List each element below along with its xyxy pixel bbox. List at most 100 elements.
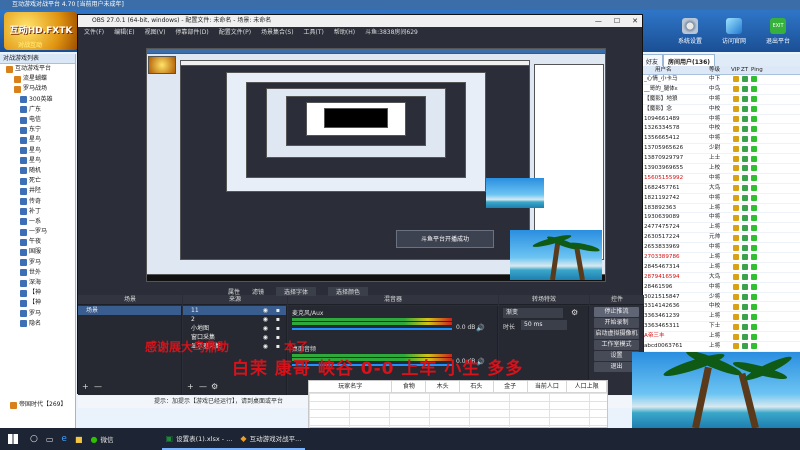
windows-start-button[interactable] (0, 428, 26, 450)
eye-icon[interactable]: ◉ (263, 324, 268, 333)
search-button[interactable]: ○ (26, 428, 42, 450)
user-row[interactable]: __哥的_腿体ε 中鸟 (641, 85, 800, 95)
obs-menu-item[interactable]: 停靠部件(D) (175, 27, 208, 38)
lock-icon[interactable]: ▪ (276, 306, 280, 315)
user-row[interactable]: 28461596 中将 (641, 283, 800, 293)
choose-color-button[interactable]: 选择颜色 (328, 287, 369, 296)
tree-item[interactable]: 流星蝴蝶 (0, 74, 75, 84)
tree-item[interactable]: 互动游戏平台 (0, 64, 75, 74)
maximize-icon[interactable]: ☐ (614, 15, 620, 27)
scene-remove-icon[interactable]: — (94, 382, 102, 391)
user-row[interactable]: 15605155992 中将 (641, 174, 800, 184)
obs-menu-item[interactable]: 帮助(H) (334, 27, 355, 38)
source-add-icon[interactable]: + (187, 382, 194, 391)
tree-item-age-of-empires[interactable]: 帝国时代【269】 (10, 400, 66, 410)
obs-menu-item[interactable]: 配置文件(P) (219, 27, 251, 38)
user-row[interactable]: 13705965626 少尉 (641, 144, 800, 155)
user-row[interactable]: 【魔影】念 中校 (641, 105, 800, 115)
wechat-button[interactable]: ● 微信 (87, 428, 118, 450)
tree-item[interactable]: 星鸟 (0, 146, 75, 156)
user-row[interactable]: 1821192742 中将 (641, 194, 800, 204)
col-zt[interactable]: ZT (741, 66, 751, 74)
tree-item[interactable]: 星鸟 (0, 135, 75, 145)
user-row[interactable]: 2477475724 上将 (641, 223, 800, 234)
scene-add-icon[interactable]: + (82, 382, 89, 391)
col-username[interactable]: 用户名 (641, 66, 709, 74)
lock-icon[interactable]: ▪ (276, 342, 280, 351)
user-row[interactable]: 2879416594 大鸟 (641, 273, 800, 283)
user-row[interactable]: 1094661489 中将 (641, 115, 800, 125)
user-row[interactable]: 13903969655 上校 (641, 164, 800, 174)
tree-item[interactable]: 罗马 (0, 258, 75, 268)
user-row[interactable]: 1930639089 中将 (641, 213, 800, 224)
user-row[interactable]: A帝三丰 上将 (641, 332, 800, 343)
tree-item[interactable]: 隐名 (0, 319, 75, 329)
user-row[interactable]: 3021515847 少将 (641, 293, 800, 303)
user-row[interactable]: 1356665412 中将 (641, 134, 800, 145)
obs-menu-item[interactable]: 场景集合(S) (261, 27, 294, 38)
col-ping[interactable]: Ping (751, 66, 769, 74)
obs-menu-item[interactable]: 文件(F) (84, 27, 104, 38)
tree-item[interactable]: 井陉 (0, 186, 75, 196)
tab-friends[interactable]: 好友 (641, 54, 664, 66)
col-gold[interactable]: 金子 (493, 381, 528, 393)
col-wood[interactable]: 木头 (426, 381, 460, 393)
col-player-name[interactable]: 玩家名字 (309, 381, 393, 393)
properties-button[interactable]: 属性 (228, 287, 240, 296)
tree-item[interactable]: 午夜 (0, 237, 75, 247)
minimize-icon[interactable]: — (595, 15, 602, 27)
user-row[interactable]: 2653833969 中将 (641, 243, 800, 254)
scene-item[interactable]: 场景 (78, 306, 181, 315)
mic-volume-slider[interactable] (292, 328, 452, 330)
tree-item[interactable]: 随机 (0, 166, 75, 176)
lock-icon[interactable]: ▪ (276, 315, 280, 324)
col-stone[interactable]: 石头 (460, 381, 494, 393)
choose-font-button[interactable]: 选择字体 (276, 287, 317, 296)
duration-input[interactable]: 50 ms (521, 320, 567, 330)
tree-item[interactable]: 国服 (0, 247, 75, 257)
obs-menu-item[interactable]: 视图(V) (145, 27, 166, 38)
tree-item[interactable]: 【神 (0, 288, 75, 298)
platform-task-button[interactable]: ◆ 互动游戏对战平... (236, 428, 306, 450)
col-food[interactable]: 食物 (392, 381, 427, 393)
tree-item[interactable]: 传奇 (0, 196, 75, 206)
tree-item[interactable]: 广东 (0, 105, 75, 115)
source-item[interactable]: 2 ◉ ▪ (183, 315, 286, 324)
user-row[interactable]: 1682457761 大鸟 (641, 184, 800, 194)
col-vip[interactable]: VIP (731, 66, 741, 74)
lock-icon[interactable]: ▪ (276, 324, 280, 333)
explorer-button[interactable]: ■ (71, 428, 87, 450)
tree-item[interactable]: 世外 (0, 268, 75, 278)
user-row[interactable]: 3363465311 下士 (641, 322, 800, 333)
user-row[interactable]: abcd0063761 上将 (641, 342, 800, 352)
tree-item[interactable]: 罗马战场 (0, 84, 75, 94)
tree-item[interactable]: 【神 (0, 298, 75, 308)
user-row[interactable]: 【魔影】地狼 中将 (641, 95, 800, 105)
user-row[interactable]: 3314142636 中校 (641, 302, 800, 313)
user-row[interactable]: 183892363 上将 (641, 204, 800, 214)
eye-icon[interactable]: ◉ (263, 306, 268, 315)
transition-settings-icon[interactable]: ⚙ (571, 308, 578, 317)
control-button[interactable]: 停止推流 (594, 307, 639, 317)
tree-item[interactable]: 电信 (0, 115, 75, 125)
settings-button[interactable]: 系统设置 (672, 18, 708, 48)
tree-item[interactable]: 东宁 (0, 125, 75, 135)
tree-item[interactable]: 300英雄 (0, 95, 75, 105)
tree-item[interactable]: 一系 (0, 217, 75, 227)
excel-grid[interactable] (309, 393, 607, 429)
tree-item[interactable]: 罗马 (0, 309, 75, 319)
obs-menu-item[interactable]: 工具(T) (304, 27, 324, 38)
excel-task-button[interactable]: ▣ 设置表(1).xlsx - ... (161, 428, 237, 450)
user-row[interactable]: 2630517224 元帅 (641, 233, 800, 244)
tree-item[interactable]: 补丁 (0, 207, 75, 217)
tree-item[interactable]: 一罗马 (0, 227, 75, 237)
speaker-icon[interactable]: 🔊 (476, 324, 485, 332)
eye-icon[interactable]: ◉ (263, 315, 268, 324)
col-population[interactable]: 当前人口 (527, 381, 568, 393)
tree-item[interactable]: 星鸟 (0, 156, 75, 166)
edge-button[interactable]: e (57, 428, 71, 450)
control-button[interactable]: 开始录制 (594, 318, 639, 328)
taskview-button[interactable]: ▭ (42, 428, 58, 450)
col-level[interactable]: 等级 (709, 66, 731, 74)
user-row[interactable]: 2703389786 上将 (641, 253, 800, 263)
